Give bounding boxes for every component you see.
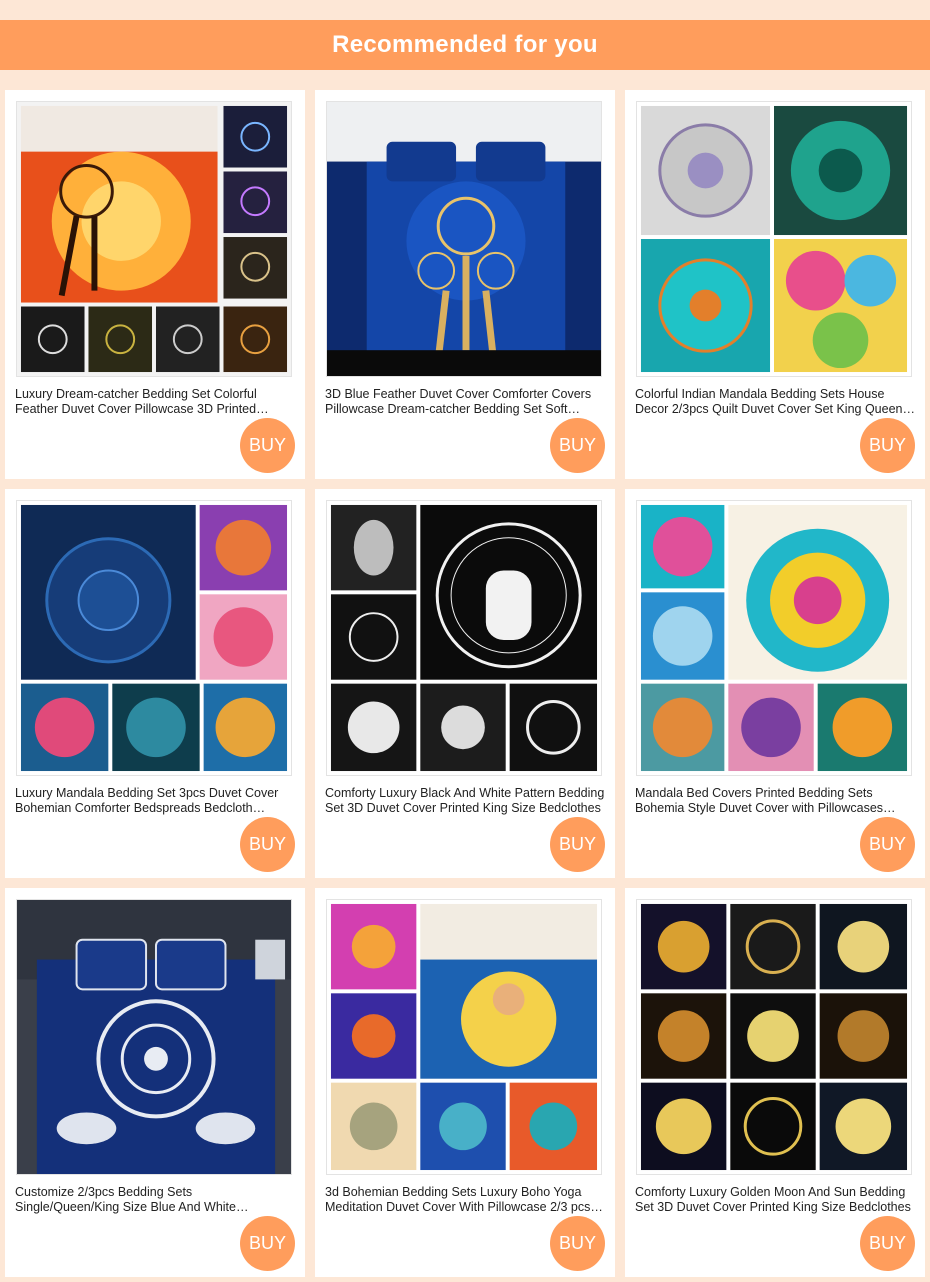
buy-button[interactable]: BUY [860, 817, 915, 872]
product-card[interactable]: Luxury Dream-catcher Bedding Set Colorfu… [5, 90, 305, 479]
product-title[interactable]: 3d Bohemian Bedding Sets Luxury Boho Yog… [325, 1185, 607, 1215]
product-title[interactable]: Mandala Bed Covers Printed Bedding Sets … [635, 786, 917, 816]
buy-button[interactable]: BUY [240, 817, 295, 872]
product-title[interactable]: Luxury Dream-catcher Bedding Set Colorfu… [15, 387, 297, 417]
product-image[interactable] [636, 500, 912, 776]
buy-button[interactable]: BUY [240, 418, 295, 473]
product-title[interactable]: Comforty Luxury Black And White Pattern … [325, 786, 607, 816]
product-card[interactable]: Comforty Luxury Golden Moon And Sun Bedd… [625, 888, 925, 1277]
product-title[interactable]: Colorful Indian Mandala Bedding Sets Hou… [635, 387, 917, 417]
product-card[interactable]: 3D Blue Feather Duvet Cover Comforter Co… [315, 90, 615, 479]
product-image[interactable] [16, 899, 292, 1175]
product-image[interactable] [16, 101, 292, 377]
product-image[interactable] [326, 500, 602, 776]
product-image[interactable] [326, 101, 602, 377]
buy-button[interactable]: BUY [860, 418, 915, 473]
product-card[interactable]: Customize 2/3pcs Bedding Sets Single/Que… [5, 888, 305, 1277]
buy-button[interactable]: BUY [550, 817, 605, 872]
buy-button[interactable]: BUY [240, 1216, 295, 1271]
product-image[interactable] [326, 899, 602, 1175]
buy-button[interactable]: BUY [550, 418, 605, 473]
product-title[interactable]: Luxury Mandala Bedding Set 3pcs Duvet Co… [15, 786, 297, 816]
recommended-header: Recommended for you [0, 20, 930, 70]
product-image[interactable] [636, 899, 912, 1175]
product-title[interactable]: 3D Blue Feather Duvet Cover Comforter Co… [325, 387, 607, 417]
product-card[interactable]: 3d Bohemian Bedding Sets Luxury Boho Yog… [315, 888, 615, 1277]
product-image[interactable] [636, 101, 912, 377]
product-card[interactable]: Mandala Bed Covers Printed Bedding Sets … [625, 489, 925, 878]
buy-button[interactable]: BUY [550, 1216, 605, 1271]
product-image[interactable] [16, 500, 292, 776]
product-title[interactable]: Customize 2/3pcs Bedding Sets Single/Que… [15, 1185, 297, 1215]
product-card[interactable]: Luxury Mandala Bedding Set 3pcs Duvet Co… [5, 489, 305, 878]
buy-button[interactable]: BUY [860, 1216, 915, 1271]
product-card[interactable]: Colorful Indian Mandala Bedding Sets Hou… [625, 90, 925, 479]
product-card[interactable]: Comforty Luxury Black And White Pattern … [315, 489, 615, 878]
section-title: Recommended for you [332, 31, 598, 58]
product-title[interactable]: Comforty Luxury Golden Moon And Sun Bedd… [635, 1185, 917, 1215]
